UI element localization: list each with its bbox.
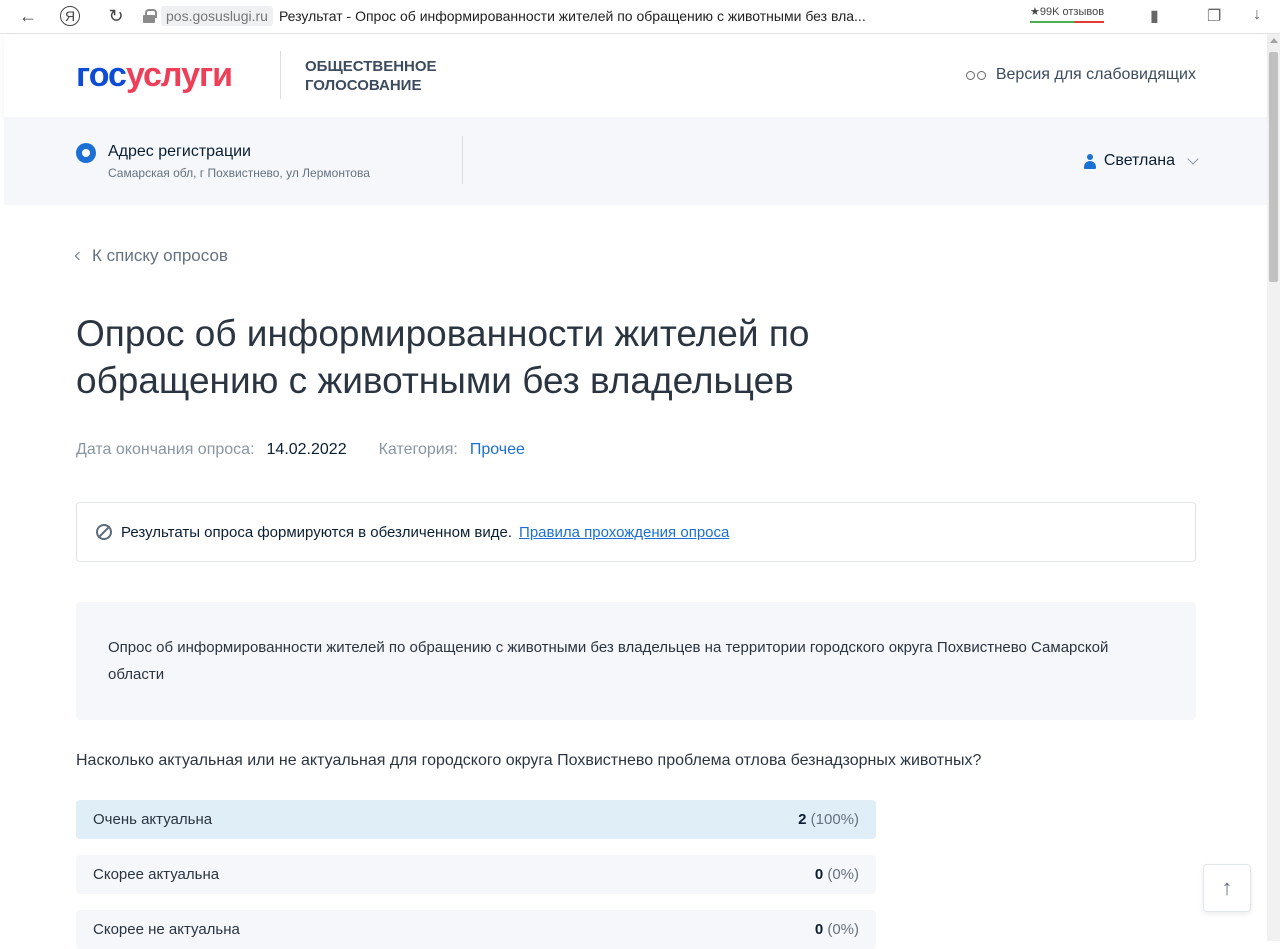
accessibility-label: Версия для слабовидящих	[995, 66, 1196, 83]
answer-percent: (0%)	[827, 866, 859, 883]
eye-off-icon	[96, 524, 112, 540]
answer-percent: (0%)	[827, 921, 859, 938]
end-date-value: 14.02.2022	[266, 441, 347, 458]
address-radio-icon[interactable]	[76, 143, 96, 163]
lock-icon	[143, 9, 157, 23]
site-header: госуслуги ОБЩЕСТВЕННОЕ ГОЛОСОВАНИЕ Верси…	[4, 35, 1267, 117]
answer-result: 2 (100%)	[798, 811, 859, 828]
logo-part-red: услуги	[125, 56, 233, 94]
page-title: Опрос об информированности жителей по об…	[76, 313, 810, 401]
address-value: Самарская обл, г Похвистнево, ул Лермонт…	[108, 166, 370, 180]
back-arrow-icon[interactable]: ←	[16, 4, 40, 28]
scrollbar-thumb[interactable]	[1269, 52, 1278, 282]
answer-label: Скорее не актуальна	[93, 921, 240, 938]
header-divider	[280, 51, 281, 99]
answer-percent: (100%)	[810, 811, 859, 828]
download-icon[interactable]: ↓	[1253, 6, 1261, 24]
address-bar[interactable]: pos.gosuslugi.ru Результат - Опрос об ин…	[143, 4, 866, 28]
answer-result: 0 (0%)	[815, 921, 859, 938]
answer-count: 0	[814, 921, 824, 938]
reviews-badge[interactable]: ★99K отзывов	[1030, 5, 1105, 23]
browser-toolbar: ← Я ↻ pos.gosuslugi.ru Результат - Опрос…	[0, 0, 1280, 34]
service-name: ОБЩЕСТВЕННОЕ ГОЛОСОВАНИЕ	[305, 57, 437, 95]
answer-label: Скорее актуальна	[93, 866, 220, 883]
service-name-line2: ГОЛОСОВАНИЕ	[305, 77, 422, 94]
notice-text: Результаты опроса формируются в обезличе…	[121, 523, 513, 541]
back-to-list-link[interactable]: К списку опросов	[74, 246, 228, 266]
url-domain: pos.gosuslugi.ru	[161, 6, 273, 26]
user-icon	[1083, 153, 1096, 169]
category-label: Категория:	[378, 441, 458, 458]
back-label: К списку опросов	[92, 246, 228, 265]
chevron-left-icon	[74, 251, 84, 261]
answer-count: 2	[798, 811, 807, 828]
gosuslugi-logo[interactable]: госуслуги	[76, 55, 233, 95]
extensions-icon[interactable]: ❐	[1207, 6, 1221, 26]
accessibility-link[interactable]: Версия для слабовидящих	[965, 66, 1196, 84]
chevron-down-icon	[1187, 153, 1199, 165]
address-bar-section: Адрес регистрации Самарская обл, г Похви…	[4, 117, 1267, 205]
scroll-to-top-button[interactable]: ↑	[1203, 864, 1251, 912]
anonymity-notice: Результаты опроса формируются в обезличе…	[76, 502, 1196, 562]
answer-count: 0	[814, 866, 824, 883]
answer-option: Скорее не актуальна 0 (0%)	[76, 910, 876, 949]
user-name: Светлана	[1103, 152, 1175, 169]
bookmark-icon[interactable]: ▮	[1150, 6, 1159, 26]
logo-part-blue: гос	[76, 56, 127, 94]
address-title[interactable]: Адрес регистрации	[108, 143, 251, 161]
answer-result: 0 (0%)	[815, 866, 859, 883]
scroll-up-arrow-icon[interactable]	[1270, 38, 1278, 43]
category-link[interactable]: Прочее	[470, 441, 525, 459]
subheader-divider	[462, 136, 463, 184]
answer-option: Очень актуальна 2 (100%)	[76, 800, 876, 839]
end-date-label: Дата окончания опроса:	[76, 441, 255, 458]
answer-label: Очень актуальна	[93, 811, 213, 828]
arrow-up-icon: ↑	[1221, 875, 1233, 900]
service-name-line1: ОБЩЕСТВЕННОЕ	[305, 58, 437, 75]
yandex-icon[interactable]: Я	[60, 6, 80, 26]
question-text: Насколько актуальная или не актуальная д…	[76, 752, 982, 769]
poll-description: Опрос об информированности жителей по об…	[76, 602, 1196, 720]
poll-meta: Дата окончания опроса: 14.02.2022 Катего…	[76, 441, 525, 459]
reload-icon[interactable]: ↻	[104, 4, 128, 28]
tab-title: Результат - Опрос об информированности ж…	[278, 8, 866, 24]
page-scrollbar[interactable]	[1267, 34, 1280, 941]
glasses-icon	[965, 69, 986, 81]
answer-option: Скорее актуальна 0 (0%)	[76, 855, 876, 894]
poll-rules-link[interactable]: Правила прохождения опроса	[519, 524, 729, 541]
user-menu[interactable]: Светлана	[1083, 152, 1199, 170]
